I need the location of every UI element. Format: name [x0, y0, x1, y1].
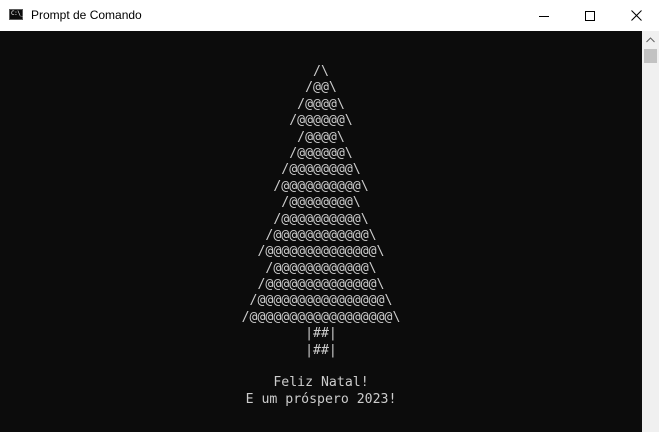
tree-line: /@@@@@@@@\	[281, 195, 361, 211]
minimize-button[interactable]	[521, 0, 567, 31]
greeting-line: Feliz Natal!	[273, 375, 369, 391]
maximize-button[interactable]	[567, 0, 613, 31]
tree-line: /@@@@\	[297, 129, 345, 145]
tree-line: /@@@@@@\	[289, 145, 353, 161]
tree-line: /@@@@@@@@@@@@\	[265, 227, 377, 243]
close-icon	[630, 10, 642, 21]
maximize-icon	[585, 10, 595, 21]
tree-line: /@@@@@@@@@@@@@@\	[257, 244, 385, 260]
command-prompt-window: C:\_ Prompt de Comando /\/@@\/@@@@\/@@@@…	[0, 0, 659, 432]
minimize-icon	[539, 15, 549, 17]
tree-trunk-line: |##|	[305, 326, 337, 342]
tree-line: /@@@@@@@@\	[281, 162, 361, 178]
tree-line: /\	[313, 64, 329, 79]
tree-line: /@@\	[305, 80, 337, 96]
tree-line: /@@@@@@@@@@@@@@@@@@\	[241, 309, 401, 325]
window-title: Prompt de Comando	[31, 8, 142, 22]
tree-line: /@@@@@@@@@@@@@@\	[257, 277, 385, 293]
tree-line: /@@@@@@\	[289, 113, 353, 129]
tree-line: /@@@@\	[297, 96, 345, 112]
greeting-line: E um próspero 2023!	[245, 391, 397, 407]
scroll-thumb[interactable]	[644, 49, 657, 63]
console-output[interactable]: /\/@@\/@@@@\/@@@@@@\/@@@@\/@@@@@@\/@@@@@…	[0, 31, 642, 432]
vertical-scrollbar[interactable]	[642, 31, 659, 432]
tree-line: /@@@@@@@@@@\	[273, 178, 369, 194]
title-bar[interactable]: C:\_ Prompt de Comando	[0, 0, 659, 31]
scroll-up-button[interactable]	[642, 31, 659, 48]
tree-line: /@@@@@@@@@@@@\	[265, 260, 377, 276]
console-icon-glyph: C:\_	[11, 10, 24, 17]
tree-trunk-line: |##|	[305, 342, 337, 358]
tree-line: /@@@@@@@@@@@@@@@@\	[249, 293, 393, 309]
scroll-up-arrow-icon	[646, 36, 655, 42]
tree-line: /@@@@@@@@@@\	[273, 211, 369, 227]
console-text: /\/@@\/@@@@\/@@@@@@\/@@@@\/@@@@@@\/@@@@@…	[0, 64, 642, 408]
console-icon[interactable]: C:\_	[9, 9, 24, 20]
close-button[interactable]	[613, 0, 659, 31]
